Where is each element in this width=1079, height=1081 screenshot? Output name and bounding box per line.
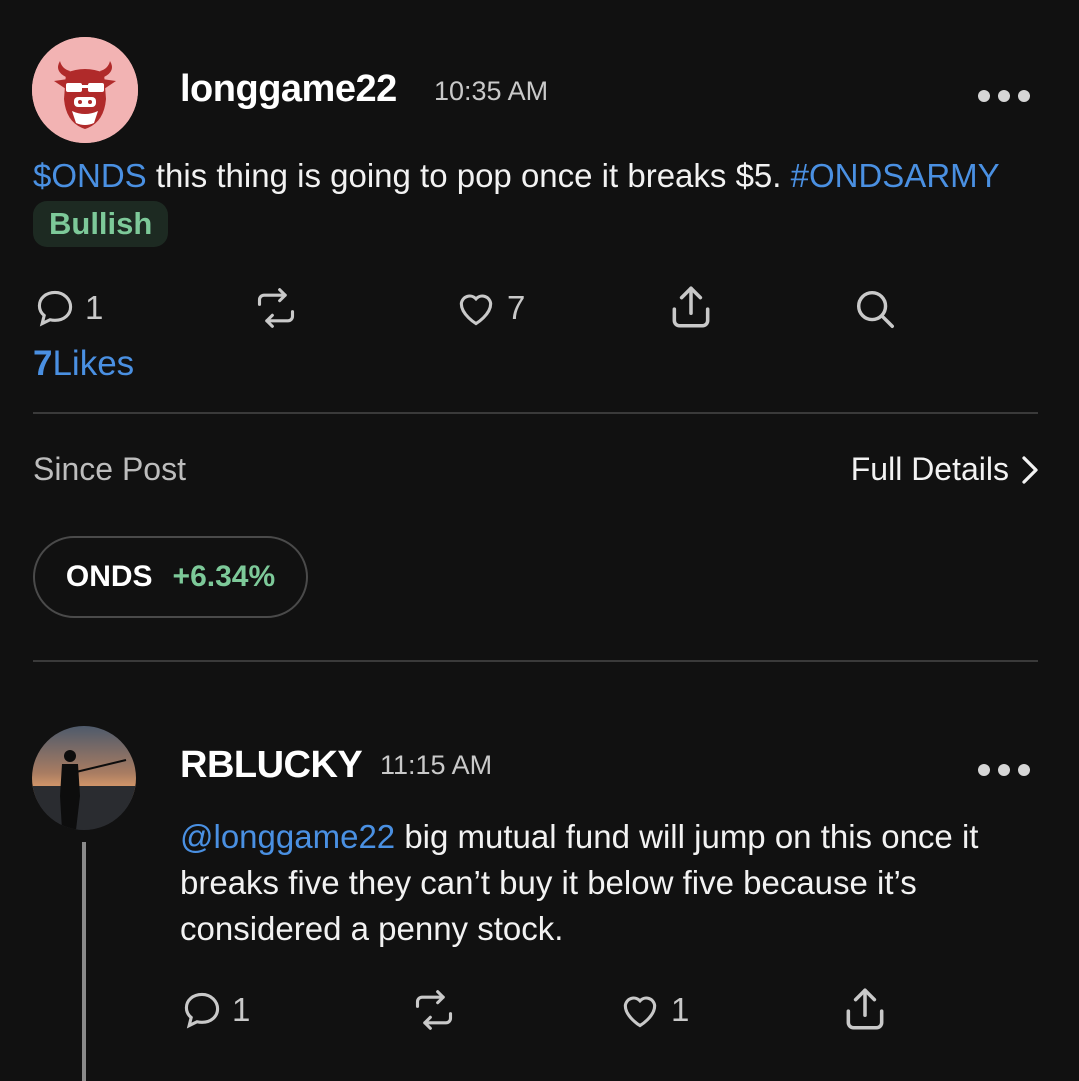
- likes-summary-link[interactable]: 7Likes: [33, 344, 134, 384]
- bull-avatar-icon: [32, 37, 138, 143]
- ticker-change: +6.34%: [172, 560, 276, 593]
- avatar-longgame22[interactable]: [32, 37, 138, 143]
- share-icon: [672, 286, 710, 328]
- reply-repost-button[interactable]: [410, 988, 458, 1032]
- reply-comment-button[interactable]: 1: [180, 988, 250, 1032]
- likes-summary-label: Likes: [52, 344, 135, 383]
- comment-count: 1: [85, 289, 104, 326]
- post-body: $ONDS this thing is going to pop once it…: [33, 157, 1000, 195]
- comment-icon: [184, 992, 220, 1029]
- reply-comment-count: 1: [232, 991, 251, 1028]
- comment-icon: [37, 290, 73, 327]
- since-post-label: Since Post: [33, 451, 186, 487]
- ticker-symbol: ONDS: [65, 560, 153, 593]
- full-details-label: Full Details: [850, 451, 1009, 487]
- heart-icon: [623, 996, 657, 1028]
- reply-timestamp: 11:15 AM: [380, 750, 493, 780]
- hashtag-link[interactable]: #ONDSARMY: [791, 157, 1000, 194]
- comment-button[interactable]: 1: [33, 286, 103, 330]
- avatar-photo: [32, 726, 136, 830]
- cashtag-link[interactable]: $ONDS: [33, 157, 147, 194]
- chevron-right-icon: [1022, 455, 1038, 484]
- reply-more-icon[interactable]: [978, 764, 1030, 776]
- repost-button[interactable]: [252, 286, 300, 330]
- mention-link[interactable]: @longgame22: [180, 818, 395, 855]
- repost-icon: [415, 990, 453, 1030]
- reply-like-button[interactable]: 1: [617, 988, 689, 1032]
- post-username[interactable]: longgame22: [180, 68, 397, 111]
- heart-icon: [459, 294, 493, 326]
- divider: [33, 660, 1038, 662]
- repost-icon: [257, 288, 295, 328]
- like-button[interactable]: 7: [453, 286, 525, 330]
- share-button[interactable]: [666, 282, 716, 332]
- search-icon: [856, 290, 894, 328]
- reply-like-count: 1: [671, 991, 690, 1028]
- avatar-rblucky[interactable]: [32, 726, 136, 830]
- full-details-link[interactable]: Full Details: [851, 451, 1039, 488]
- reply-username[interactable]: RBLUCKY: [180, 744, 363, 787]
- likes-summary-count: 7: [33, 344, 53, 383]
- share-icon: [846, 988, 884, 1030]
- divider: [33, 412, 1038, 414]
- ticker-pill[interactable]: ONDS +6.34%: [33, 536, 308, 618]
- reply-share-button[interactable]: [840, 984, 890, 1034]
- post-text: this thing is going to pop once it break…: [146, 157, 791, 194]
- like-count: 7: [507, 289, 526, 326]
- more-icon[interactable]: [978, 90, 1030, 102]
- post-timestamp: 10:35 AM: [434, 76, 549, 106]
- sentiment-badge: Bullish: [33, 201, 169, 247]
- reply-body: @longgame22 big mutual fund will jump on…: [180, 814, 1040, 952]
- thread-line: [82, 842, 86, 1081]
- search-button[interactable]: [852, 286, 898, 332]
